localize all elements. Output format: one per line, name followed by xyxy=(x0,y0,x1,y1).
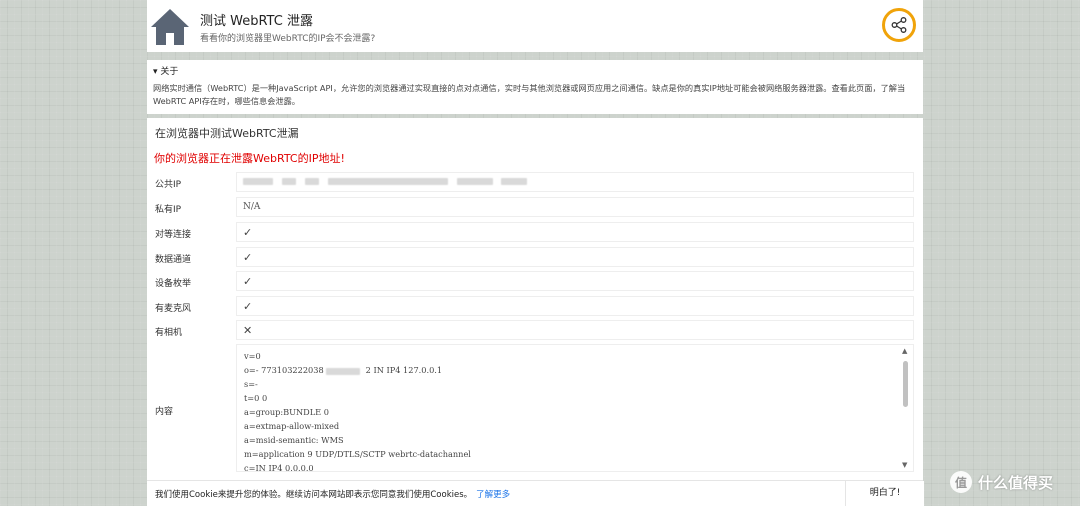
sdp-line: c=IN IP4 0.0.0.0 xyxy=(244,463,314,472)
data-channel-value: ✓ xyxy=(236,247,914,267)
row-label-public-ip: 公共IP xyxy=(155,180,182,190)
row-label-has-microphone: 有麦克风 xyxy=(155,304,192,314)
peer-connection-value: ✓ xyxy=(236,222,914,242)
watermark: 值 什么值得买 xyxy=(950,471,1053,493)
about-text: 网络实时通信（WebRTC）是一种JavaScript API，允许您的浏览器通… xyxy=(153,83,906,106)
cookie-banner: 我们使用Cookie来提升您的体验。继续访问本网站即表示您同意我们使用Cooki… xyxy=(147,480,924,506)
row-label-content: 内容 xyxy=(155,407,174,417)
redacted-block xyxy=(243,178,273,185)
redacted-block xyxy=(325,367,360,375)
has-microphone-value: ✓ xyxy=(236,296,914,316)
watermark-logo-icon: 值 xyxy=(950,471,972,493)
page-subtitle: 看看你的浏览器里WebRTC的IP会不会泄露? xyxy=(200,34,376,44)
cookie-accept-button[interactable]: 明白了! xyxy=(845,481,924,506)
private-ip-value: N/A xyxy=(236,197,914,217)
about-section: ▾ 关于 网络实时通信（WebRTC）是一种JavaScript API，允许您… xyxy=(147,60,923,114)
cookie-text: 我们使用Cookie来提升您的体验。继续访问本网站即表示您同意我们使用Cooki… xyxy=(155,490,511,500)
page-title: 测试 WebRTC 泄露 xyxy=(200,14,313,29)
watermark-text: 什么值得买 xyxy=(978,473,1054,492)
section-title: 在浏览器中测试WebRTC泄漏 xyxy=(155,127,299,140)
redacted-block xyxy=(327,178,448,185)
row-label-data-channel: 数据通道 xyxy=(155,255,192,265)
webrtc-test-section: 在浏览器中测试WebRTC泄漏 你的浏览器正在泄露WebRTC的IP地址! 公共… xyxy=(147,118,923,480)
learn-more-link[interactable]: 了解更多 xyxy=(476,490,510,500)
home-icon[interactable] xyxy=(149,6,191,48)
row-label-device-enumeration: 设备枚举 xyxy=(155,279,192,289)
redacted-block xyxy=(281,178,296,185)
sdp-content-textarea[interactable]: v=0 o=- 773103222038 2 IN IP4 127.0.0.1 s… xyxy=(236,344,914,472)
content-scrollbar[interactable]: ▲ ▼ xyxy=(901,347,911,469)
sdp-line: o=- 773103222038 2 IN IP4 127.0.0.1 xyxy=(244,365,443,375)
sdp-line: s=- xyxy=(244,379,258,389)
leak-warning: 你的浏览器正在泄露WebRTC的IP地址! xyxy=(154,152,345,165)
row-label-private-ip: 私有IP xyxy=(155,205,182,215)
public-ip-value xyxy=(236,172,914,192)
device-enumeration-value: ✓ xyxy=(236,271,914,291)
sdp-line: v=0 xyxy=(244,351,261,361)
sdp-line: m=application 9 UDP/DTLS/SCTP webrtc-dat… xyxy=(244,449,471,459)
scroll-thumb[interactable] xyxy=(903,361,908,407)
redacted-block xyxy=(304,178,319,185)
share-button[interactable] xyxy=(882,8,916,42)
row-label-has-camera: 有相机 xyxy=(155,328,183,338)
sdp-line: t=0 0 xyxy=(244,393,268,403)
site-header: 测试 WebRTC 泄露 看看你的浏览器里WebRTC的IP会不会泄露? xyxy=(147,0,923,52)
page-column: 测试 WebRTC 泄露 看看你的浏览器里WebRTC的IP会不会泄露? ▾ 关… xyxy=(147,0,924,506)
redacted-block xyxy=(456,178,493,185)
share-icon xyxy=(891,17,907,33)
redacted-block xyxy=(501,178,528,185)
has-camera-value: ✕ xyxy=(236,320,914,340)
about-toggle[interactable]: ▾ 关于 xyxy=(153,64,178,77)
scroll-up-icon[interactable]: ▲ xyxy=(902,347,907,355)
row-label-peer-connection: 对等连接 xyxy=(155,230,192,240)
sdp-line: a=extmap-allow-mixed xyxy=(244,421,340,431)
sdp-line: a=msid-semantic: WMS xyxy=(244,435,344,445)
scroll-down-icon[interactable]: ▼ xyxy=(902,461,907,469)
sdp-line: a=group:BUNDLE 0 xyxy=(244,407,329,417)
